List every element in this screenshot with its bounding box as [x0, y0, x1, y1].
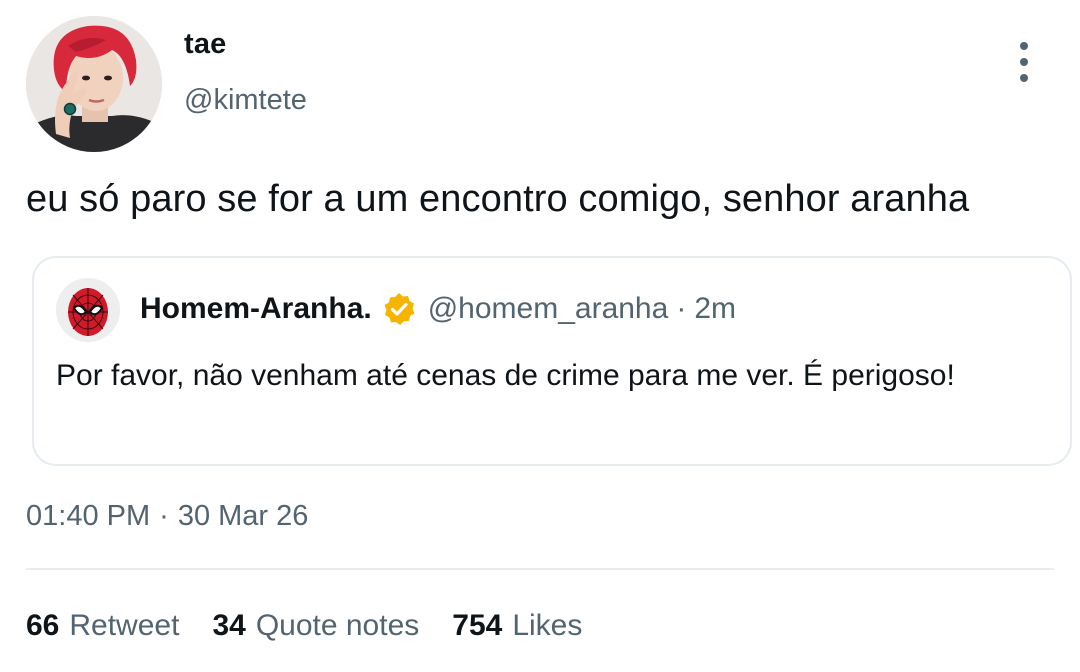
more-options-icon[interactable] — [1006, 42, 1042, 82]
tweet-timestamp[interactable]: 01:40 PM · 30 Mar 26 — [26, 500, 308, 533]
retweet-label: Retweet — [69, 609, 180, 642]
like-count[interactable]: 754 Likes — [452, 609, 582, 643]
tweet-time: 01:40 PM — [26, 500, 151, 532]
quoted-handle[interactable]: @homem_aranha — [428, 292, 669, 326]
engagement-stats: 66 Retweet 34 Quote notes 754 Likes — [26, 609, 615, 643]
author-avatar[interactable] — [26, 16, 162, 152]
more-dot-icon — [1020, 58, 1028, 66]
tweet-text: eu só paro se for a um encontro comigo, … — [26, 178, 970, 220]
avatar-image — [26, 16, 162, 152]
tweet-date: 30 Mar 26 — [177, 500, 309, 532]
more-dot-icon — [1020, 42, 1028, 50]
verified-badge-icon — [382, 292, 416, 326]
quoted-header: Homem-Aranha. @homem_aranha · 2m — [140, 292, 736, 326]
quote-number: 34 — [212, 609, 246, 642]
author-handle[interactable]: @kimtete — [184, 84, 307, 117]
retweet-number: 66 — [26, 609, 60, 642]
quoted-separator: · — [676, 292, 687, 325]
quoted-timestamp[interactable]: 2m — [694, 292, 736, 326]
retweet-count[interactable]: 66 Retweet — [26, 609, 179, 643]
divider — [26, 568, 1054, 570]
quote-label: Quote notes — [255, 609, 420, 642]
quoted-tweet[interactable]: Homem-Aranha. @homem_aranha · 2m Por fav… — [32, 256, 1072, 466]
quoted-author-avatar — [56, 278, 120, 342]
author-display-name[interactable]: tae — [184, 28, 227, 61]
spider-man-mask-icon — [56, 278, 120, 342]
quoted-display-name[interactable]: Homem-Aranha. — [140, 292, 372, 326]
tweet-detail: tae @kimtete eu só paro se for a um enco… — [0, 0, 1080, 672]
quoted-text: Por favor, não venham até cenas de crime… — [56, 359, 955, 392]
more-dot-icon — [1020, 74, 1028, 82]
quote-count[interactable]: 34 Quote notes — [212, 609, 419, 643]
meta-separator: · — [159, 500, 169, 532]
like-number: 754 — [452, 609, 503, 642]
like-label: Likes — [512, 609, 583, 642]
